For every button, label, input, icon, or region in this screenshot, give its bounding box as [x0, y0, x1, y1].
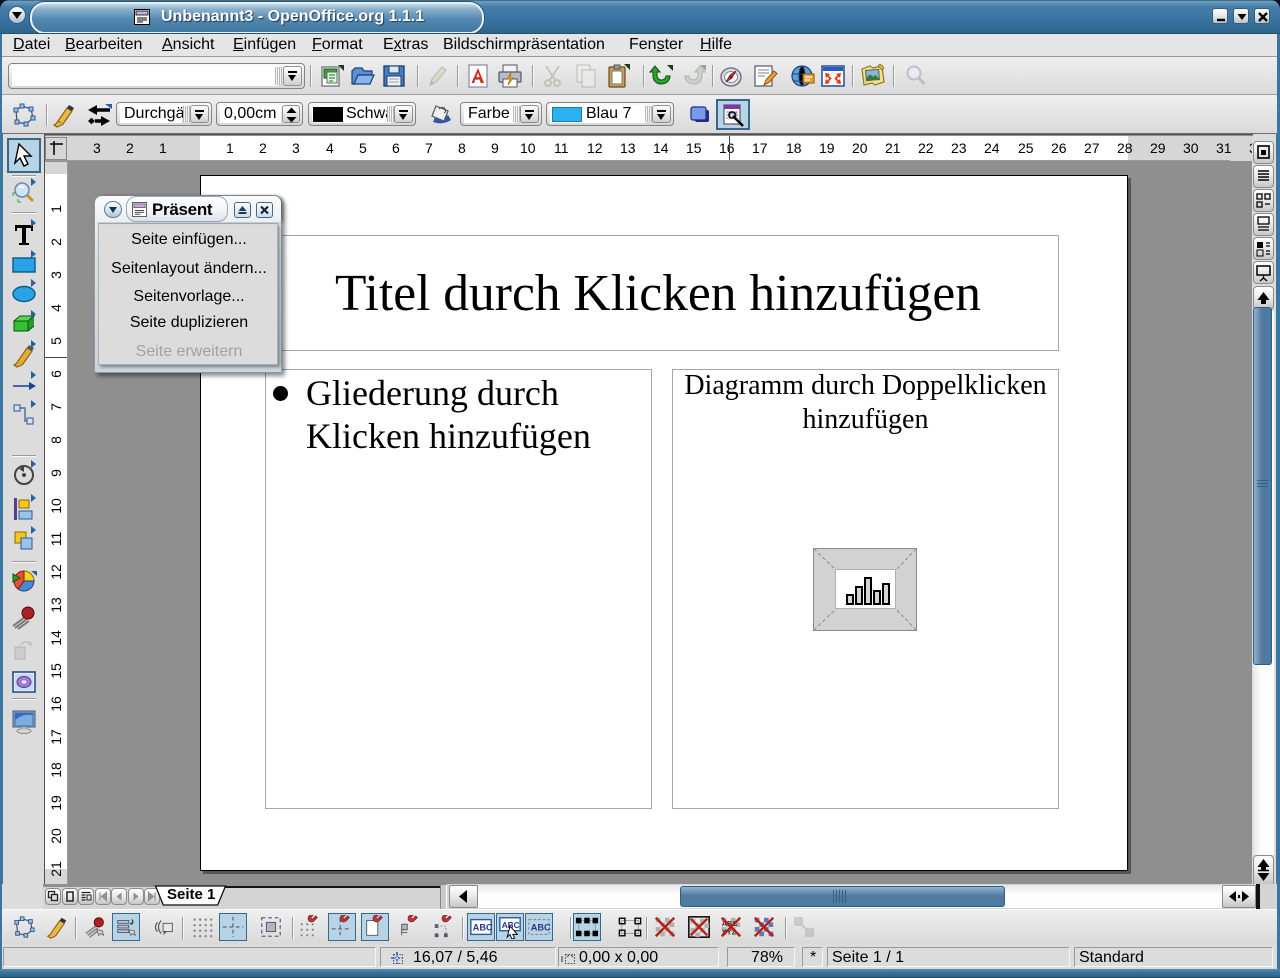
svg-text:ABC: ABC: [531, 923, 551, 933]
svg-text:ABC: ABC: [473, 923, 493, 933]
